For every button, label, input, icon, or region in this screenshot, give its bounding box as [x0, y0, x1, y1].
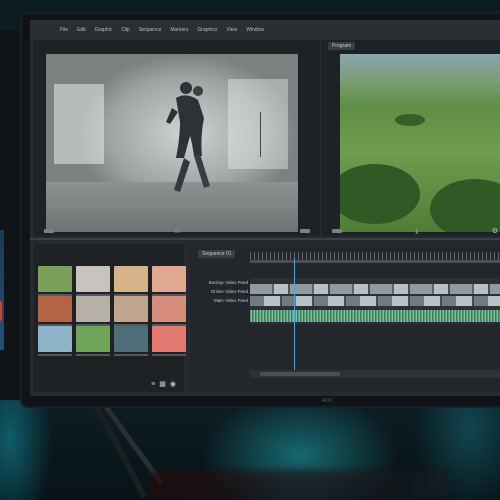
list-view-icon[interactable]: ≡: [151, 381, 155, 388]
program-video-aerial-field: [340, 54, 500, 232]
clip-thumbnail[interactable]: [38, 296, 72, 326]
dancers-silhouette: [166, 82, 210, 192]
left-monitor-glow: [0, 230, 4, 350]
left-monitor-red-element: [0, 300, 2, 322]
track-label-main: Main Video Feed: [214, 298, 248, 303]
menu-markers[interactable]: Markers: [170, 27, 188, 33]
source-controls: ⌂: [34, 226, 320, 236]
menu-edit[interactable]: Edit: [77, 27, 86, 33]
menu-view[interactable]: View: [226, 27, 237, 33]
source-timecode-bar: [44, 229, 54, 233]
bin-view-buttons: ≡ ▦ ◉: [151, 381, 176, 388]
track-labels: Backup Video Feed Online Video Feed Main…: [198, 280, 248, 303]
track-label-online: Online Video Feed: [210, 289, 248, 294]
clip-thumbnail[interactable]: [76, 266, 110, 296]
tree-cluster: [395, 114, 425, 126]
bin-settings-icon[interactable]: ◉: [170, 381, 176, 388]
clip-thumbnail[interactable]: [76, 296, 110, 326]
studio-window: [54, 84, 104, 164]
monitor-brand-logo: AOC: [322, 398, 333, 404]
keyboard-blur: [150, 470, 450, 500]
menu-graphic[interactable]: Graphic: [95, 27, 113, 33]
menu-file[interactable]: File: [60, 27, 68, 33]
playhead[interactable]: [294, 258, 295, 378]
clip-thumbnail[interactable]: [38, 266, 72, 296]
source-video-dancing-couple: [46, 54, 298, 232]
program-timecode-bar: [332, 229, 342, 233]
timeline-tracks: [250, 278, 500, 324]
source-duration-bar: [299, 229, 310, 233]
project-bin: ≡ ▦ ◉: [34, 244, 186, 392]
clip-thumbnail[interactable]: [152, 326, 186, 356]
menu-window[interactable]: Window: [246, 27, 264, 33]
video-track-2-clips[interactable]: [250, 296, 500, 306]
editor-screen: File Edit Graphic Clip Sequence Markers …: [30, 20, 500, 396]
clip-thumbnail[interactable]: [152, 266, 186, 296]
settings-icon[interactable]: ⚙: [492, 228, 498, 235]
time-ruler[interactable]: [250, 252, 500, 260]
track-label-backup: Backup Video Feed: [208, 280, 248, 285]
studio-window-right: [228, 79, 288, 169]
panel-divider[interactable]: [30, 238, 500, 240]
clip-thumbnail[interactable]: [152, 296, 186, 326]
menu-bar: File Edit Graphic Clip Sequence Markers …: [30, 20, 500, 40]
clip-thumbnail[interactable]: [76, 326, 110, 356]
video-track-1-clips[interactable]: [250, 284, 500, 294]
clip-thumbnail[interactable]: [114, 266, 148, 296]
work-area-bar[interactable]: [250, 260, 500, 263]
clip-thumbnail[interactable]: [38, 326, 72, 356]
main-monitor: File Edit Graphic Clip Sequence Markers …: [22, 14, 500, 406]
clip-thumbnails: [38, 266, 186, 356]
menu-clip[interactable]: Clip: [121, 27, 130, 33]
source-monitor: ⌂: [34, 40, 320, 236]
program-monitor: Program ⤓ ⚙: [322, 40, 500, 236]
clip-thumbnail[interactable]: [114, 296, 148, 326]
program-controls: ⤓ ⚙: [322, 226, 500, 236]
tree-line-left: [340, 164, 420, 224]
sequence-tab[interactable]: Sequence 01: [198, 250, 236, 258]
light-tripod: [260, 112, 261, 157]
clip-thumbnail[interactable]: [114, 326, 148, 356]
menu-sequence[interactable]: Sequence: [139, 27, 162, 33]
download-icon[interactable]: ⤓: [415, 228, 418, 235]
program-tab[interactable]: Program: [328, 42, 356, 50]
timeline-scrollbar[interactable]: [260, 372, 340, 376]
export-frame-icon[interactable]: ⌂: [175, 228, 179, 235]
icon-view-icon[interactable]: ▦: [159, 381, 166, 388]
timeline-panel: Sequence 01 Backup Video Feed Online Vid…: [190, 244, 500, 392]
audio-waveform-track[interactable]: [250, 310, 500, 322]
tree-line-right: [430, 179, 500, 232]
menu-graphics[interactable]: Graphics: [197, 27, 217, 33]
